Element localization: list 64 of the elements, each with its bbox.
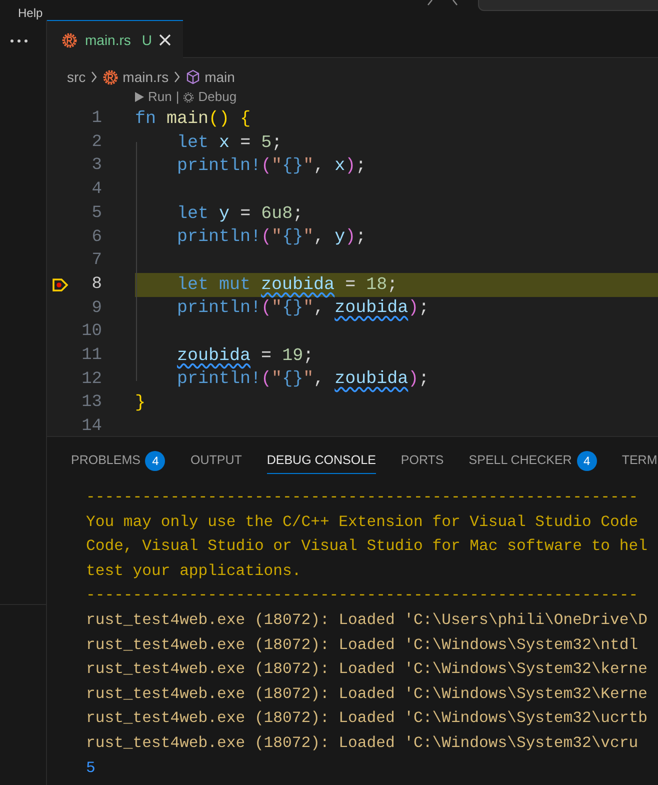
line-number: 2 [90, 132, 102, 154]
line-number: 4 [90, 179, 102, 202]
panel-tab[interactable]: TERM [622, 448, 658, 474]
close-icon[interactable] [159, 34, 172, 46]
console-line: rust_test4web.exe (18072): Loaded 'C:\Windows\System32\Kerne [86, 684, 648, 705]
panel-tab[interactable]: SPELL CHECKER 4 [468, 448, 597, 474]
play-icon [135, 92, 144, 102]
tab-filename: main.rs [85, 30, 131, 50]
console-line: rust_test4web.exe (18072): Loaded 'C:\Users\phili\OneDrive\D [86, 610, 648, 631]
code-line: zoubida = 19; [176, 344, 314, 367]
count-badge: 4 [576, 450, 597, 470]
breadcrumb-item[interactable]: src [67, 66, 86, 88]
gear-letter-icon [102, 68, 119, 86]
chevron-right-icon [172, 71, 181, 83]
panel-tab[interactable]: PROBLEMS 4 [71, 448, 166, 474]
chevron-right-icon [90, 71, 98, 83]
editor-tab[interactable]: main.rs U [47, 20, 184, 59]
gear-icon [183, 92, 194, 102]
console-line: rust_test4web.exe (18072): Loaded 'C:\Windows\System32\ucrtb [86, 708, 648, 730]
code-line: let mut zoubida = 18; [176, 274, 398, 296]
code-line: println!("{}", x); [176, 155, 366, 178]
line-number: 11 [80, 344, 102, 367]
git-status: U [142, 30, 152, 50]
code-line: } [135, 392, 146, 414]
console-line: rust_test4web.exe (18072): Loaded 'C:\Windows\System32\ntdl [86, 634, 640, 656]
breadcrumb-item[interactable]: main.rs [122, 66, 169, 88]
run-link[interactable]: Run [148, 87, 172, 107]
line-number: 13 [80, 392, 102, 414]
more-icon[interactable] [10, 39, 28, 43]
menu-item[interactable]: Help [18, 6, 43, 20]
gear-letter-icon [61, 32, 78, 48]
breakpoint-arrow-icon[interactable] [52, 278, 68, 292]
line-number: 8 [90, 274, 102, 296]
cube-icon [184, 69, 201, 85]
panel-tab[interactable]: OUTPUT [190, 448, 242, 474]
line-number: 14 [80, 416, 102, 438]
line-number: 7 [90, 250, 102, 272]
code-line: let y = 6u8; [176, 202, 304, 225]
console-line: You may only use the C/C++ Extension for Visual Studio Code [86, 512, 640, 533]
console-line: Code, Visual Studio or Visual Studio for Mac software to hel [86, 536, 648, 558]
code-line: fn main() { [135, 108, 251, 130]
console-line: rust_test4web.exe (18072): Loaded 'C:\Windows\System32\vcru [86, 732, 640, 754]
line-number: 9 [90, 298, 102, 320]
code-line: println!("{}", y); [176, 226, 366, 248]
count-badge: 4 [145, 450, 166, 470]
code-line: println!("{}", zoubida); [176, 297, 430, 320]
breadcrumb-item[interactable]: main [204, 66, 235, 88]
panel-tab[interactable]: DEBUG CONSOLE [266, 448, 376, 474]
console-line: ----------------------------------------------------------- [86, 487, 640, 508]
code-line: println!("{}", zoubida); [176, 368, 430, 390]
panel-tab[interactable]: PORTS [400, 448, 444, 474]
console-line: test your applications. [86, 560, 302, 582]
console-line: rust_test4web.exe (18072): Loaded 'C:\Windows\System32\kerne [86, 659, 648, 680]
line-number: 5 [90, 202, 102, 225]
line-number: 3 [90, 155, 102, 178]
console-line: 5 [86, 758, 96, 779]
codelens-separator: | [176, 88, 180, 106]
line-number: 6 [90, 226, 102, 249]
line-number: 1 [90, 108, 102, 130]
debug-link[interactable]: Debug [198, 87, 237, 107]
console-line: ----------------------------------------------------------- [86, 585, 640, 606]
line-number: 12 [80, 368, 102, 391]
line-number: 10 [80, 321, 102, 344]
code-line: let x = 5; [176, 132, 282, 154]
